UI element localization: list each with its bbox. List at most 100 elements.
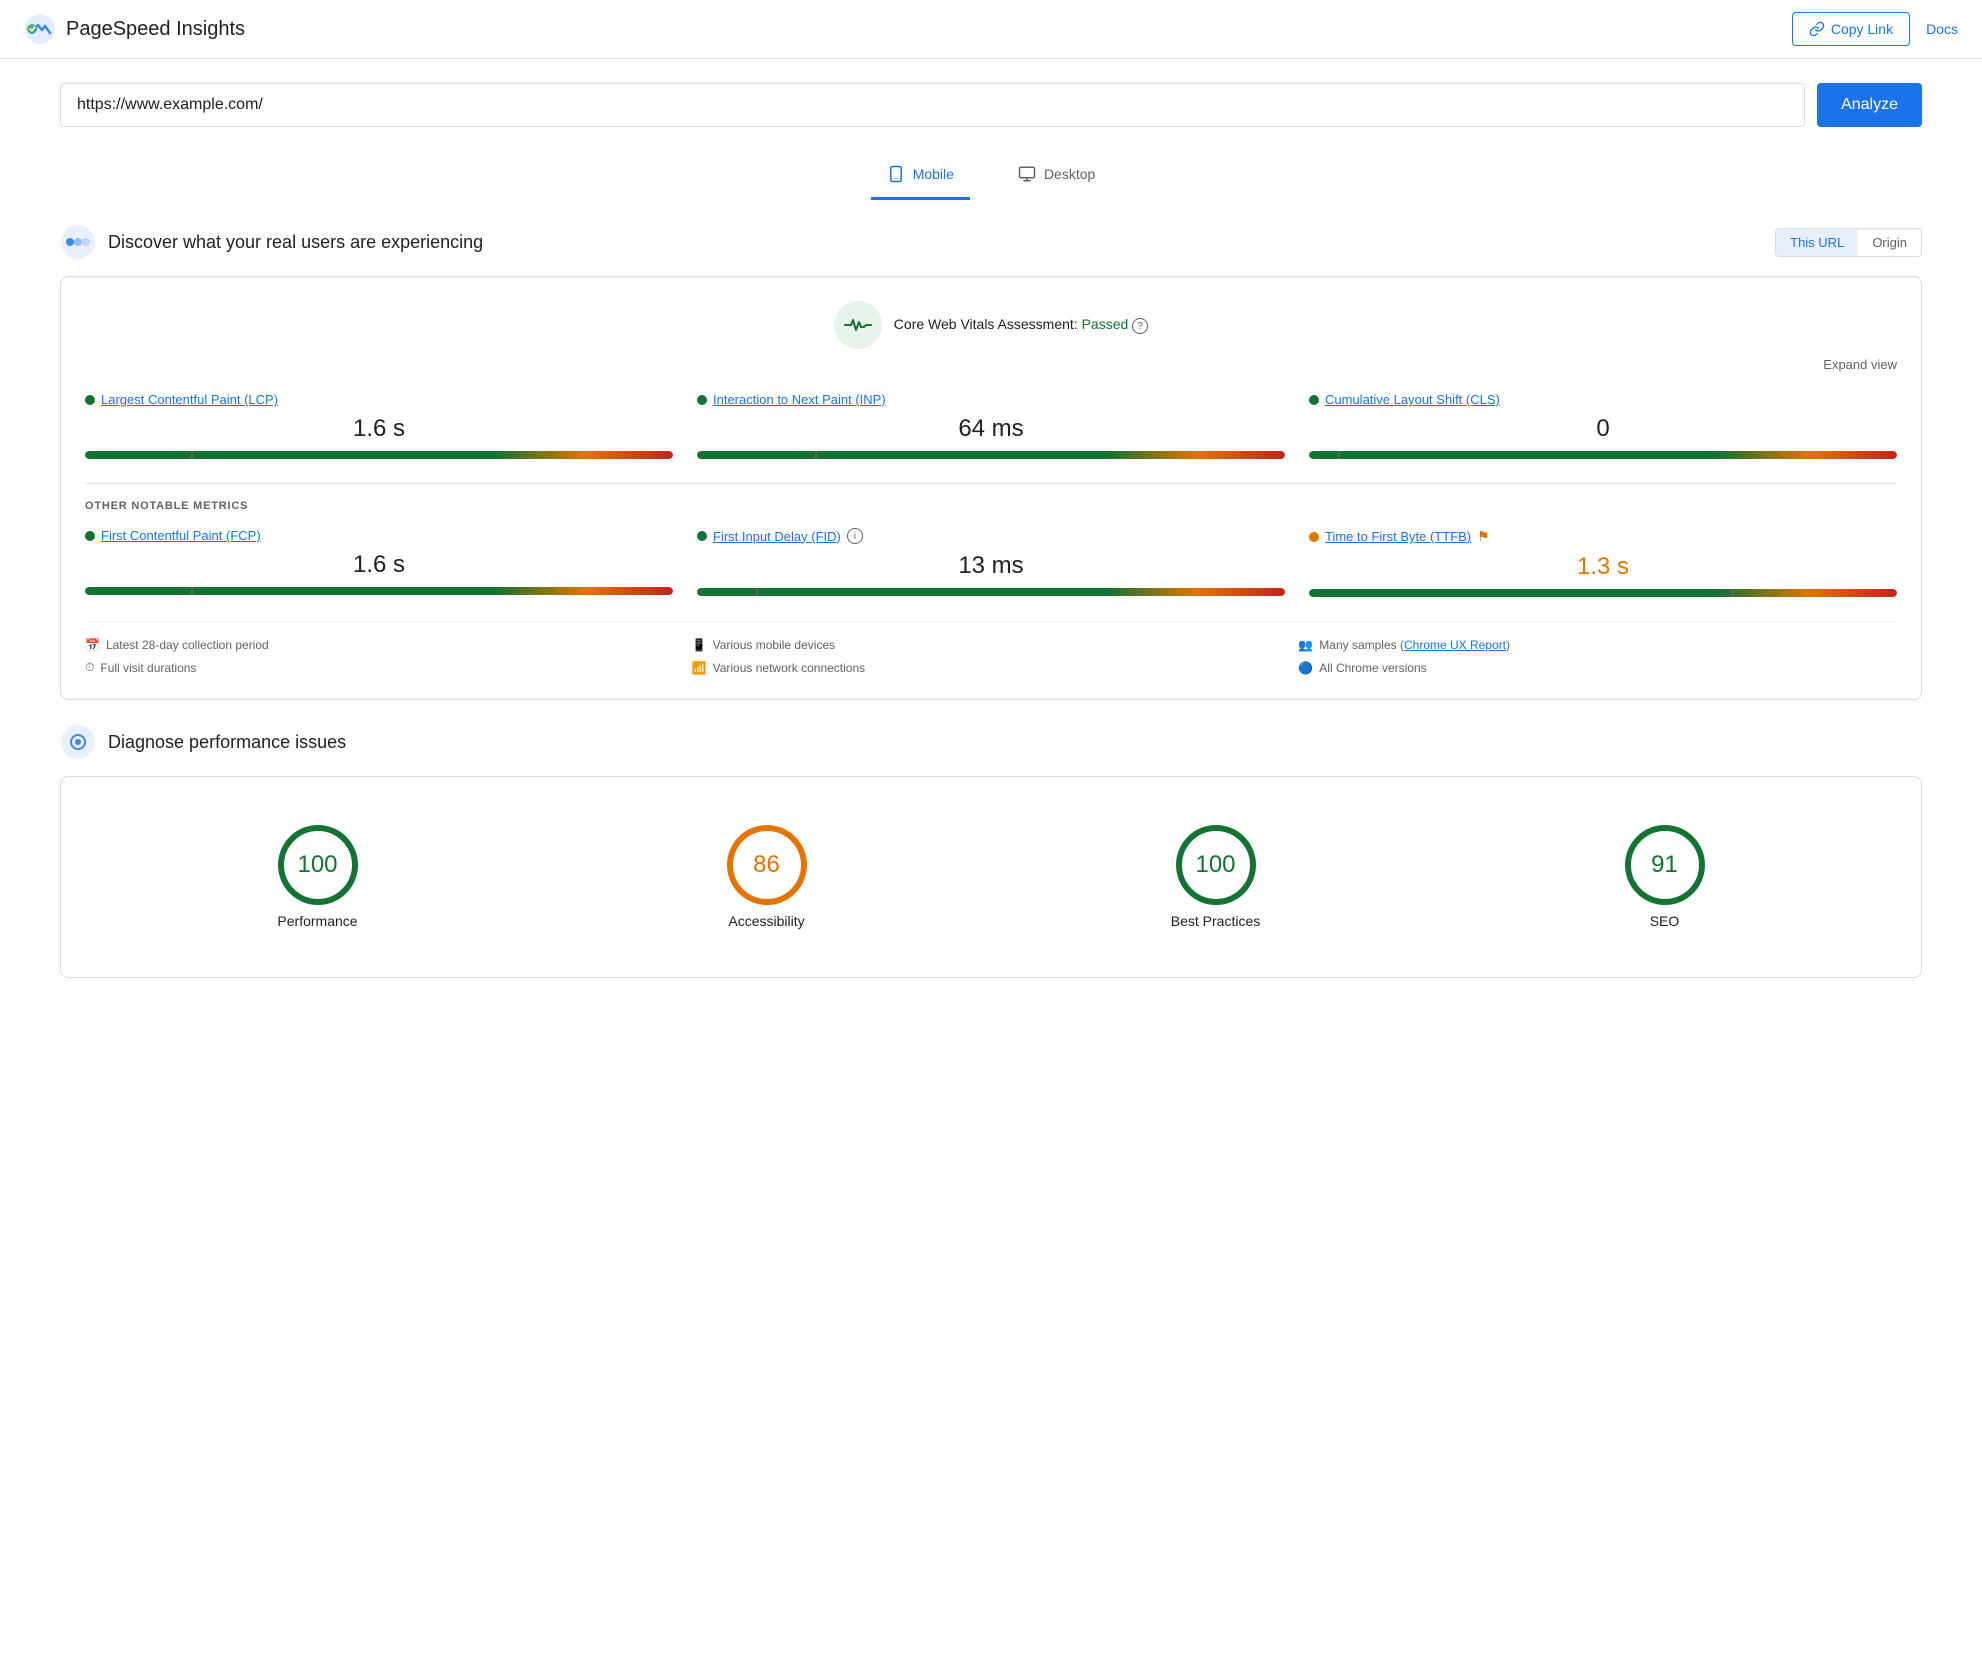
ttfb-bar-bg bbox=[1309, 589, 1897, 597]
footer-note-2-text: Various mobile devices bbox=[713, 638, 836, 652]
tab-mobile[interactable]: Mobile bbox=[871, 155, 970, 200]
fid-info-icon[interactable]: i bbox=[847, 528, 863, 544]
other-metrics-grid: First Contentful Paint (FCP) 1.6 s First… bbox=[85, 528, 1897, 597]
logo-text: PageSpeed Insights bbox=[66, 18, 245, 41]
scores-grid: 100 Performance 86 Accessibility 100 Bes… bbox=[85, 801, 1897, 953]
footer-note-2: 📱 Various mobile devices bbox=[692, 638, 1291, 652]
metric-fid: First Input Delay (FID) i 13 ms bbox=[697, 528, 1285, 597]
footer-note-1-text: Latest 28-day collection period bbox=[106, 638, 269, 652]
cwv-header: Core Web Vitals Assessment: Passed ? bbox=[85, 301, 1897, 349]
field-data-icon bbox=[60, 224, 96, 260]
metric-fcp: First Contentful Paint (FCP) 1.6 s bbox=[85, 528, 673, 597]
footer-note-6-text: All Chrome versions bbox=[1319, 661, 1426, 675]
footer-note-1: 📅 Latest 28-day collection period bbox=[85, 638, 684, 652]
lcp-status-dot bbox=[85, 395, 95, 405]
fcp-status-dot bbox=[85, 531, 95, 541]
inp-bar bbox=[697, 451, 1285, 459]
fcp-bar-bg bbox=[85, 587, 673, 595]
header-actions: Copy Link Docs bbox=[1792, 12, 1958, 46]
seo-value: 91 bbox=[1651, 851, 1678, 879]
metric-fid-label: First Input Delay (FID) i bbox=[697, 528, 1285, 544]
other-metrics-label: OTHER NOTABLE METRICS bbox=[85, 500, 1897, 512]
url-input[interactable] bbox=[60, 83, 1805, 127]
score-accessibility: 86 Accessibility bbox=[550, 825, 983, 929]
cwv-info-icon[interactable]: ? bbox=[1132, 318, 1148, 334]
cwv-title: Core Web Vitals Assessment: Passed ? bbox=[894, 316, 1148, 335]
footer-note-3: 👥 Many samples (Chrome UX Report) bbox=[1298, 638, 1897, 652]
copy-link-label: Copy Link bbox=[1831, 21, 1893, 37]
fcp-label-text[interactable]: First Contentful Paint (FCP) bbox=[101, 528, 261, 543]
seo-label: SEO bbox=[1650, 913, 1680, 929]
scores-card: 100 Performance 86 Accessibility 100 Bes… bbox=[60, 776, 1922, 978]
cls-value: 0 bbox=[1309, 415, 1897, 443]
footer-note-4-text: Full visit durations bbox=[100, 661, 196, 675]
timer-icon: ⏱ bbox=[85, 660, 94, 675]
fid-status-dot bbox=[697, 531, 707, 541]
inp-marker bbox=[815, 451, 817, 459]
score-performance: 100 Performance bbox=[101, 825, 534, 929]
expand-view-button[interactable]: Expand view bbox=[85, 357, 1897, 372]
footer-note-4: ⏱ Full visit durations bbox=[85, 660, 684, 675]
chrome-ux-report-link[interactable]: Chrome UX Report bbox=[1404, 638, 1506, 652]
desktop-icon bbox=[1018, 165, 1036, 183]
tab-desktop-label: Desktop bbox=[1044, 166, 1095, 182]
mobile-devices-icon: 📱 bbox=[692, 638, 707, 652]
ttfb-label-text[interactable]: Time to First Byte (TTFB) bbox=[1325, 529, 1471, 544]
ttfb-bar bbox=[1309, 589, 1897, 597]
view-tabs: Mobile Desktop bbox=[0, 143, 1982, 200]
mobile-icon bbox=[887, 165, 905, 183]
performance-value: 100 bbox=[297, 851, 337, 879]
cwv-card: Core Web Vitals Assessment: Passed ? Exp… bbox=[60, 276, 1922, 700]
footer-notes: 📅 Latest 28-day collection period 📱 Vari… bbox=[85, 621, 1897, 675]
cwv-icon bbox=[834, 301, 882, 349]
diagnose-title: Diagnose performance issues bbox=[108, 732, 346, 753]
performance-circle: 100 bbox=[278, 825, 358, 905]
fid-value: 13 ms bbox=[697, 552, 1285, 580]
field-data-title: Discover what your real users are experi… bbox=[108, 232, 483, 253]
logo: PageSpeed Insights bbox=[24, 13, 245, 45]
inp-label-text[interactable]: Interaction to Next Paint (INP) bbox=[713, 392, 886, 407]
ttfb-status-dot bbox=[1309, 532, 1319, 542]
primary-metrics-grid: Largest Contentful Paint (LCP) 1.6 s Int… bbox=[85, 392, 1897, 459]
metric-cls-label: Cumulative Layout Shift (CLS) bbox=[1309, 392, 1897, 407]
best-practices-value: 100 bbox=[1195, 851, 1235, 879]
cls-bar bbox=[1309, 451, 1897, 459]
score-best-practices: 100 Best Practices bbox=[999, 825, 1432, 929]
inp-status-dot bbox=[697, 395, 707, 405]
analyze-button[interactable]: Analyze bbox=[1817, 83, 1922, 127]
this-url-button[interactable]: This URL bbox=[1776, 229, 1858, 256]
field-data-header-left: Discover what your real users are experi… bbox=[60, 224, 483, 260]
chrome-icon: 🔵 bbox=[1298, 661, 1313, 675]
fcp-marker bbox=[191, 587, 193, 595]
tab-desktop[interactable]: Desktop bbox=[1002, 155, 1111, 200]
fid-bar bbox=[697, 588, 1285, 596]
accessibility-label: Accessibility bbox=[728, 913, 804, 929]
cls-label-text[interactable]: Cumulative Layout Shift (CLS) bbox=[1325, 392, 1500, 407]
fid-bar-bg bbox=[697, 588, 1285, 596]
heartbeat-icon bbox=[844, 316, 872, 334]
copy-link-button[interactable]: Copy Link bbox=[1792, 12, 1910, 46]
field-data-header: Discover what your real users are experi… bbox=[60, 224, 1922, 260]
lcp-label-text[interactable]: Largest Contentful Paint (LCP) bbox=[101, 392, 278, 407]
diagnose-section: Diagnose performance issues 100 Performa… bbox=[60, 724, 1922, 978]
link-icon bbox=[1809, 21, 1825, 37]
origin-button[interactable]: Origin bbox=[1858, 229, 1921, 256]
fid-marker bbox=[756, 588, 758, 596]
metric-lcp-label: Largest Contentful Paint (LCP) bbox=[85, 392, 673, 407]
docs-link[interactable]: Docs bbox=[1926, 21, 1958, 37]
ttfb-warn-icon: ⚑ bbox=[1477, 528, 1490, 545]
cls-bar-bg bbox=[1309, 451, 1897, 459]
metric-lcp: Largest Contentful Paint (LCP) 1.6 s bbox=[85, 392, 673, 459]
cls-status-dot bbox=[1309, 395, 1319, 405]
score-seo: 91 SEO bbox=[1448, 825, 1881, 929]
fid-label-text[interactable]: First Input Delay (FID) bbox=[713, 529, 841, 544]
network-icon: 📶 bbox=[692, 661, 707, 675]
app-header: PageSpeed Insights Copy Link Docs bbox=[0, 0, 1982, 59]
diagnose-header-left: Diagnose performance issues bbox=[60, 724, 346, 760]
ttfb-value: 1.3 s bbox=[1309, 553, 1897, 581]
lcp-value: 1.6 s bbox=[85, 415, 673, 443]
footer-note-5-text: Various network connections bbox=[713, 661, 866, 675]
search-section: Analyze bbox=[0, 59, 1982, 143]
metric-inp-label: Interaction to Next Paint (INP) bbox=[697, 392, 1285, 407]
lcp-bar-bg bbox=[85, 451, 673, 459]
